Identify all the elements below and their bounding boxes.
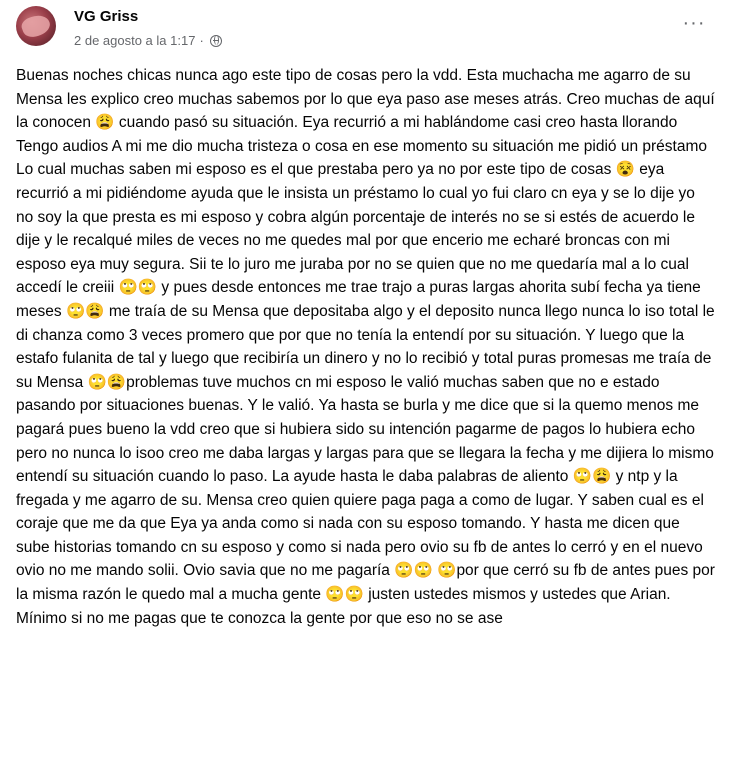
post-timestamp[interactable]: 2 de agosto a la 1:17 (74, 33, 195, 48)
post-header: VG Griss 2 de agosto a la 1:17 · ··· (16, 6, 714, 58)
more-options-icon[interactable]: ··· (682, 13, 706, 36)
post-text: Buenas noches chicas nunca ago este tipo… (16, 67, 715, 627)
post-meta: 2 de agosto a la 1:17 · (74, 33, 222, 48)
author-name[interactable]: VG Griss (74, 8, 138, 25)
avatar[interactable] (16, 6, 56, 46)
globe-icon (209, 34, 222, 47)
avatar-image (19, 11, 53, 41)
meta-separator: · (199, 33, 204, 48)
